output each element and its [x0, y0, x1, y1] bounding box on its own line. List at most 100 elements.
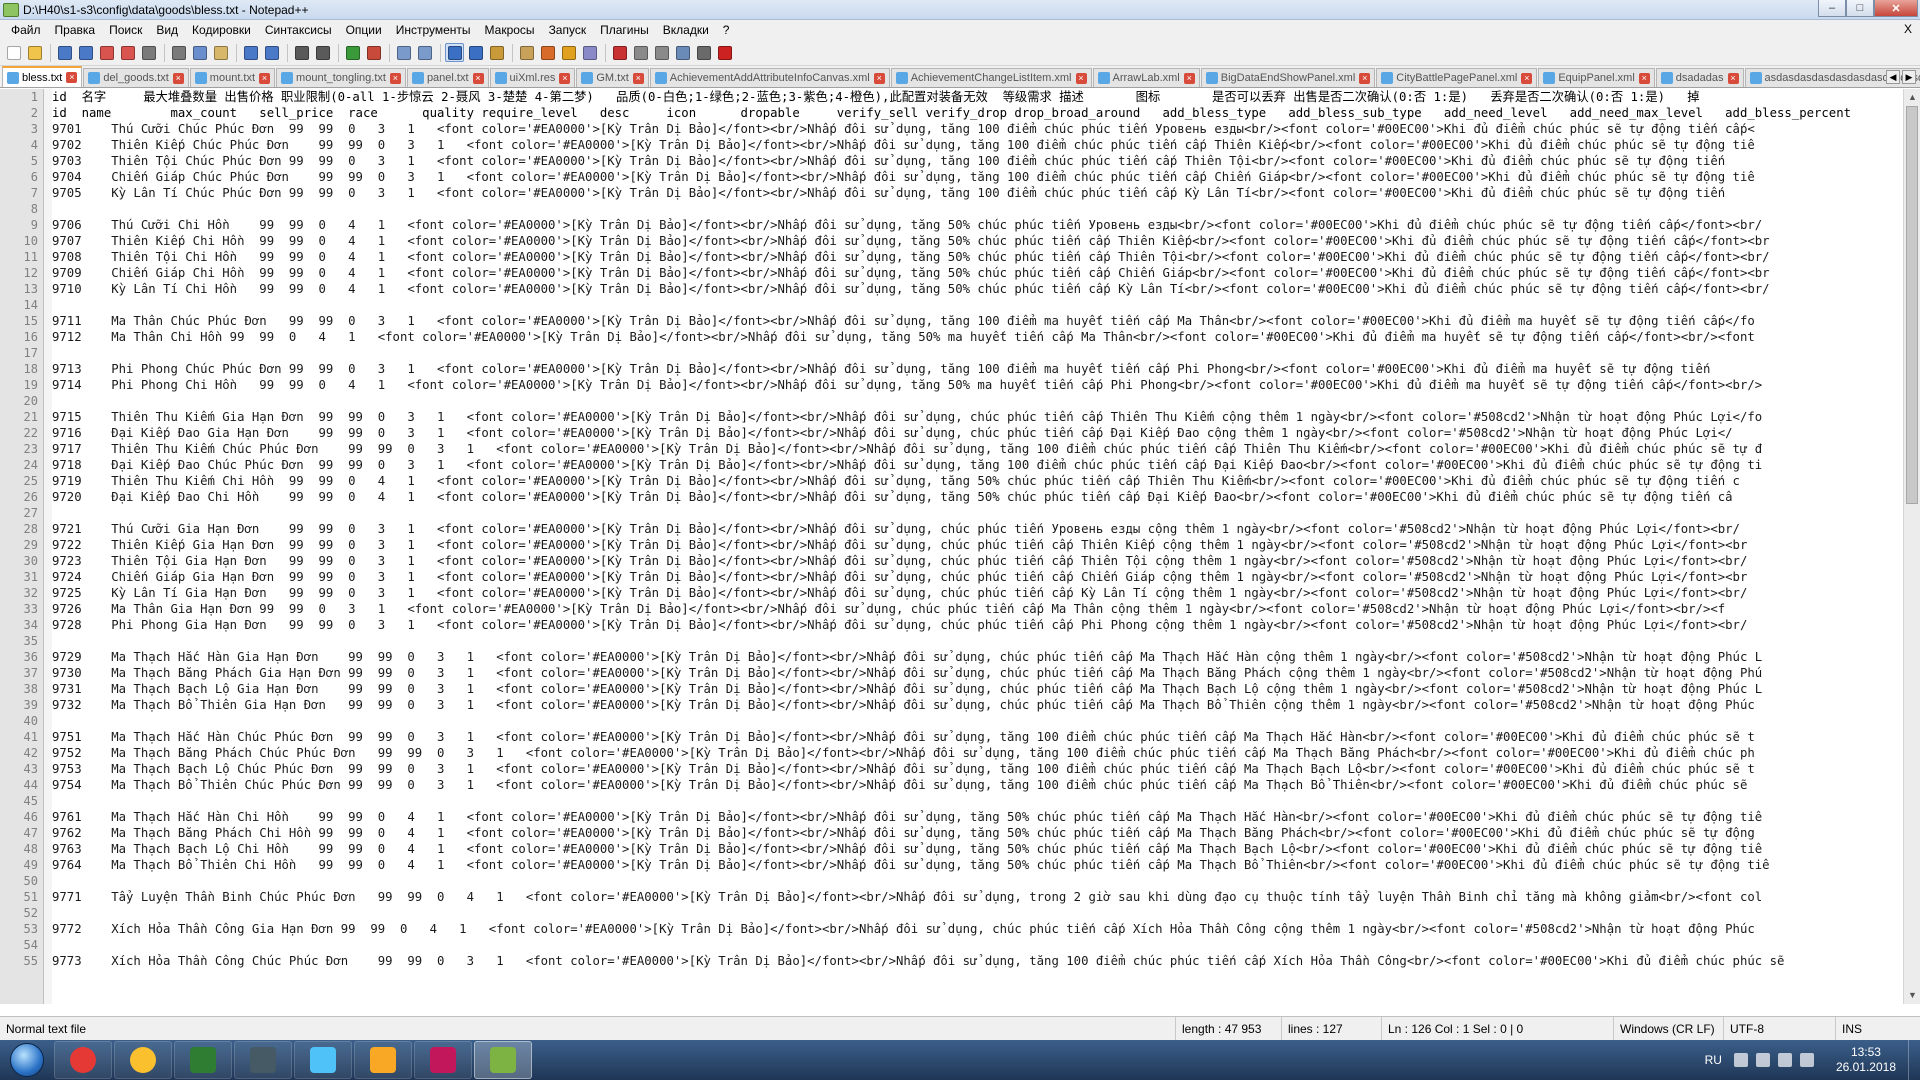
doc-map-icon[interactable]	[517, 43, 536, 62]
code-line[interactable]: 39 9732 Ma Thạch Bổ Thiên Gia Hạn Đơn 99 …	[0, 697, 1896, 713]
tab-close-icon[interactable]: ×	[1727, 72, 1739, 84]
code-line[interactable]: 25 9719 Thiên Thu Kiếm Chi Hồn 99 99 0 4 …	[0, 473, 1896, 489]
play-macro-icon[interactable]	[652, 43, 671, 62]
tab-close-icon[interactable]: ×	[66, 72, 78, 83]
code-line[interactable]: 42 9752 Ma Thạch Băng Phách Chúc Phúc Đơn…	[0, 745, 1896, 761]
function-list-icon[interactable]	[538, 43, 557, 62]
minimize-button[interactable]: –	[1818, 0, 1846, 17]
menu-plugins[interactable]: Плагины	[593, 20, 656, 40]
code-line[interactable]: 7 9705 Kỳ Lân Tí Chúc Phúc Đơn 99 99 0 3 …	[0, 185, 1896, 201]
tab-close-icon[interactable]: ×	[172, 72, 184, 84]
code-line[interactable]: 10 9707 Thiên Kiếp Chi Hồn 99 99 0 4 1 <f…	[0, 233, 1896, 249]
document-tab[interactable]: del_goods.txt ×	[83, 68, 189, 87]
code-line[interactable]: 52	[0, 905, 1896, 921]
menu-edit[interactable]: Правка	[48, 20, 103, 40]
tab-close-icon[interactable]: ×	[1183, 72, 1195, 84]
save-all-icon[interactable]	[76, 43, 95, 62]
text-lines[interactable]: 1 id 名字 最大堆叠数量 出售价格 职业限制(0-all 1-步惊云 2-聂风…	[0, 89, 1896, 969]
find-icon[interactable]	[292, 43, 311, 62]
code-line[interactable]: 40	[0, 713, 1896, 729]
menu-macro[interactable]: Макросы	[478, 20, 542, 40]
code-line[interactable]: 16 9712 Ma Thân Chi Hồn 99 99 0 4 1 <font…	[0, 329, 1896, 345]
show-desktop-button[interactable]	[1908, 1040, 1920, 1080]
stop-macro-icon[interactable]	[631, 43, 650, 62]
code-line[interactable]: 19 9714 Phi Phong Chi Hồn 99 99 0 4 1 <fo…	[0, 377, 1896, 393]
menu-encoding[interactable]: Кодировки	[185, 20, 258, 40]
code-line[interactable]: 22 9716 Đại Kiếp Đao Gia Hạn Đơn 99 99 0 …	[0, 425, 1896, 441]
code-line[interactable]: 26 9720 Đại Kiếp Đao Chi Hồn 99 99 0 4 1 …	[0, 489, 1896, 505]
document-tab[interactable]: AchievementChangeListItem.xml ×	[890, 68, 1092, 87]
code-line[interactable]: 6 9704 Chiến Giáp Chúc Phúc Đơn 99 99 0 3…	[0, 169, 1896, 185]
document-tab[interactable]: bless.txt ×	[2, 66, 83, 87]
word-wrap-icon[interactable]	[445, 43, 464, 62]
menu-run[interactable]: Запуск	[542, 20, 594, 40]
code-line[interactable]: 51 9771 Tẩy Luyện Thần Binh Chúc Phúc Đơn…	[0, 889, 1896, 905]
taskbar-app[interactable]	[114, 1041, 172, 1079]
scroll-down-icon[interactable]: ▼	[1904, 987, 1920, 1004]
zoom-in-icon[interactable]	[343, 43, 362, 62]
code-line[interactable]: 17	[0, 345, 1896, 361]
tab-close-icon[interactable]: ×	[559, 72, 571, 84]
code-line[interactable]: 47 9762 Ma Thạch Băng Phách Chi Hồn 99 99…	[0, 825, 1896, 841]
tab-close-icon[interactable]: ×	[389, 72, 401, 84]
tray-expand-icon[interactable]	[1733, 1053, 1748, 1067]
taskbar-app[interactable]	[414, 1041, 472, 1079]
menu-view[interactable]: Вид	[149, 20, 185, 40]
volume-icon[interactable]	[1799, 1053, 1814, 1067]
taskbar-app[interactable]	[354, 1041, 412, 1079]
code-line[interactable]: 43 9753 Ma Thạch Bạch Lộ Chúc Phúc Đơn 99…	[0, 761, 1896, 777]
close-all-icon[interactable]	[118, 43, 137, 62]
close-window-button[interactable]: ✕	[1874, 0, 1918, 17]
sync-h-icon[interactable]	[415, 43, 434, 62]
paste-icon[interactable]	[211, 43, 230, 62]
save-icon[interactable]	[55, 43, 74, 62]
zoom-out-icon[interactable]	[364, 43, 383, 62]
taskbar-app[interactable]	[294, 1041, 352, 1079]
status-insert-mode[interactable]: INS	[1836, 1017, 1896, 1040]
code-line[interactable]: 15 9711 Ma Thân Chúc Phúc Đơn 99 99 0 3 1…	[0, 313, 1896, 329]
action-center-flag-icon[interactable]	[1755, 1053, 1770, 1067]
status-encoding[interactable]: UTF-8	[1724, 1017, 1836, 1040]
code-line[interactable]: 4 9702 Thiên Kiếp Chúc Phúc Đơn 99 99 0 3…	[0, 137, 1896, 153]
replace-icon[interactable]	[313, 43, 332, 62]
document-tab[interactable]: BigDataEndShowPanel.xml ×	[1200, 68, 1376, 87]
tab-close-icon[interactable]: ×	[1638, 72, 1650, 84]
code-line[interactable]: 21 9715 Thiên Thu Kiếm Gia Hạn Đơn 99 99 …	[0, 409, 1896, 425]
menu-window[interactable]: Вкладки	[656, 20, 716, 40]
code-line[interactable]: 33 9726 Ma Thân Gia Hạn Đơn 99 99 0 3 1 <…	[0, 601, 1896, 617]
tab-close-icon[interactable]: ×	[472, 72, 484, 84]
indent-guide-icon[interactable]	[487, 43, 506, 62]
tab-scroll-left-icon[interactable]: ◀	[1886, 70, 1900, 84]
document-tab[interactable]: ArrawLab.xml ×	[1092, 68, 1200, 87]
menu-settings[interactable]: Опции	[339, 20, 389, 40]
code-line[interactable]: 27	[0, 505, 1896, 521]
code-line[interactable]: 55 9773 Xích Hỏa Thần Công Chúc Phúc Đơn …	[0, 953, 1896, 969]
record-macro-icon[interactable]	[610, 43, 629, 62]
document-tab[interactable]: AchievementAddAttributeInfoCanvas.xml ×	[649, 68, 890, 87]
menu-language[interactable]: Синтаксисы	[258, 20, 339, 40]
document-tab[interactable]: mount.txt ×	[189, 68, 276, 87]
close-document-button[interactable]: X	[1904, 22, 1912, 36]
monitor-icon[interactable]	[580, 43, 599, 62]
vertical-scroll-thumb[interactable]	[1906, 106, 1918, 504]
code-line[interactable]: 54	[0, 937, 1896, 953]
status-eol[interactable]: Windows (CR LF)	[1614, 1017, 1724, 1040]
vertical-scrollbar[interactable]: ▲ ▼	[1903, 89, 1920, 1004]
code-line[interactable]: 29 9722 Thiên Kiếp Gia Hạn Đơn 99 99 0 3 …	[0, 537, 1896, 553]
keyboard-language[interactable]: RU	[1693, 1053, 1734, 1067]
tab-close-icon[interactable]: ×	[1075, 72, 1087, 84]
taskbar-app[interactable]	[474, 1041, 532, 1079]
menu-file[interactable]: Файл	[4, 20, 48, 40]
code-line[interactable]: 48 9763 Ma Thạch Bạch Lộ Chi Hồn 99 99 0 …	[0, 841, 1896, 857]
scroll-up-icon[interactable]: ▲	[1904, 89, 1920, 106]
start-button[interactable]	[0, 1040, 54, 1080]
document-tab[interactable]: CityBattlePagePanel.xml ×	[1376, 68, 1538, 87]
code-line[interactable]: 35	[0, 633, 1896, 649]
document-tab[interactable]: GM.txt ×	[576, 68, 649, 87]
code-line[interactable]: 8	[0, 201, 1896, 217]
code-line[interactable]: 18 9713 Phi Phong Chúc Phúc Đơn 99 99 0 3…	[0, 361, 1896, 377]
code-line[interactable]: 46 9761 Ma Thạch Hắc Hàn Chi Hồn 99 99 0 …	[0, 809, 1896, 825]
network-icon[interactable]	[1777, 1053, 1792, 1067]
open-file-icon[interactable]	[25, 43, 44, 62]
clock[interactable]: 13:53 26.01.2018	[1824, 1045, 1908, 1075]
